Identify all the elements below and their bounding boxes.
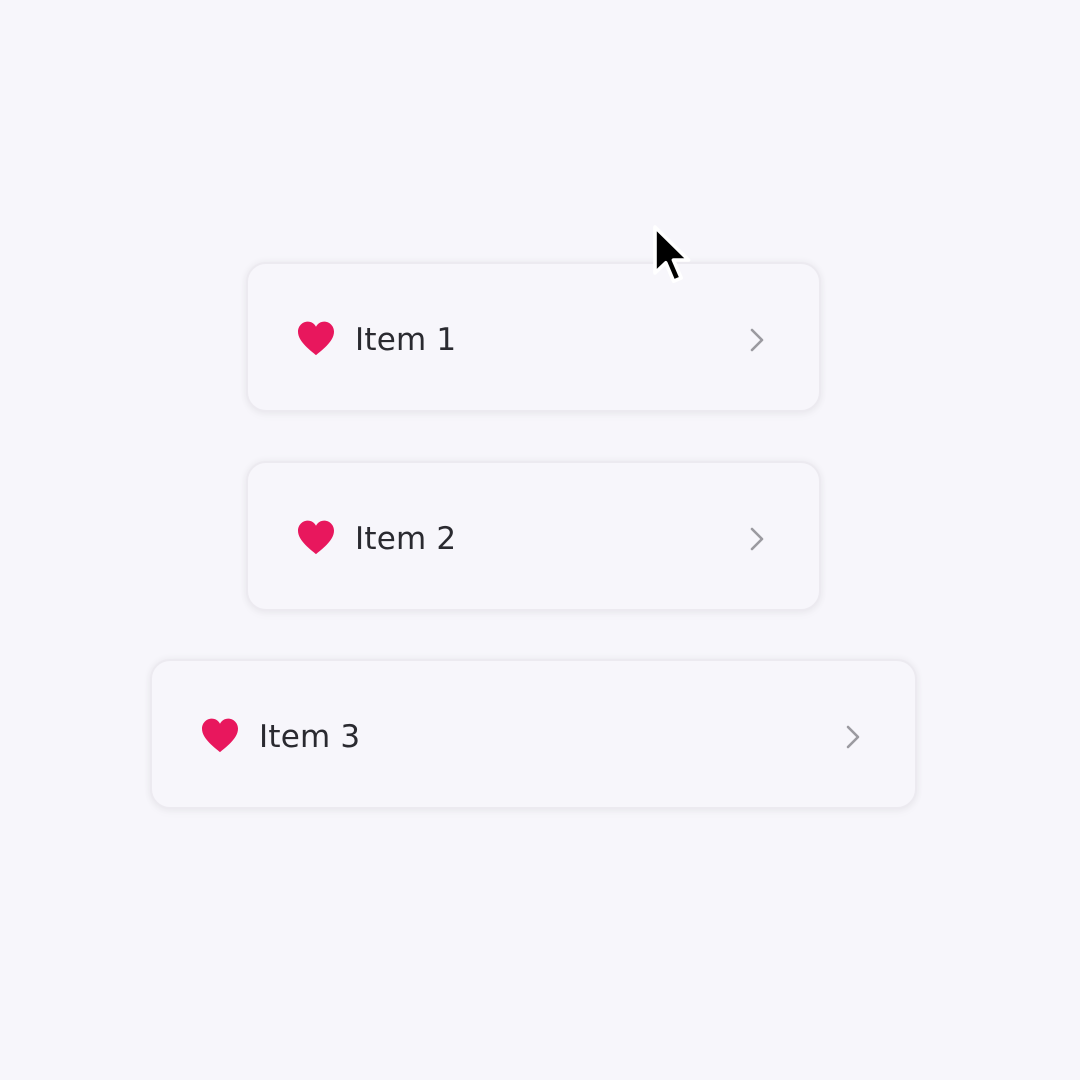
chevron-right-icon: [845, 724, 861, 750]
heart-icon: [296, 320, 336, 356]
list-item-2[interactable]: Item 2: [246, 461, 821, 611]
heart-icon: [296, 519, 336, 555]
chevron-right-icon: [749, 327, 765, 353]
item-label: Item 1: [355, 322, 457, 358]
chevron-right-icon: [749, 526, 765, 552]
item-label: Item 2: [355, 521, 457, 557]
list-item-1[interactable]: Item 1: [246, 262, 821, 412]
heart-icon: [200, 717, 240, 753]
item-label: Item 3: [259, 719, 361, 755]
list-item-3[interactable]: Item 3: [150, 659, 917, 809]
